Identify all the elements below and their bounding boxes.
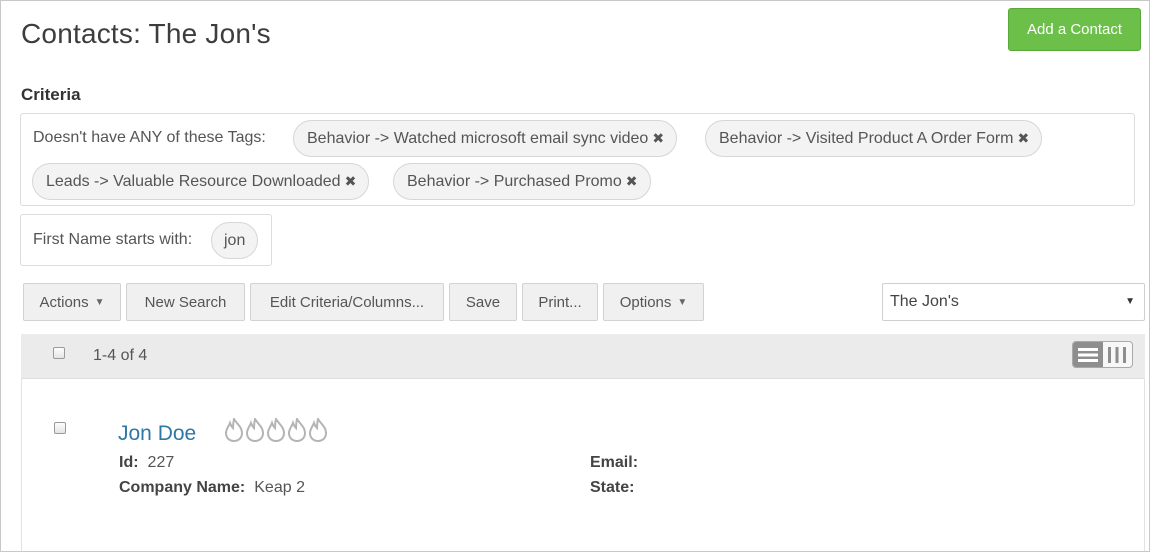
print-button[interactable]: Print...: [522, 283, 598, 321]
flame-icon: [308, 418, 328, 442]
contact-name-link[interactable]: Jon Doe: [118, 422, 196, 446]
caret-down-icon: ▼: [94, 296, 105, 308]
x-icon[interactable]: ✖: [652, 130, 664, 147]
tags-criteria-label: Doesn't have ANY of these Tags:: [33, 129, 266, 146]
company-name-value: Keap 2: [254, 479, 305, 496]
new-search-button[interactable]: New Search: [126, 283, 245, 321]
lead-score: [224, 418, 329, 442]
options-label: Options: [619, 293, 672, 311]
result-count: 1-4 of 4: [93, 347, 148, 364]
first-name-criteria-box: First Name starts with: jon: [20, 214, 272, 266]
contact-checkbox[interactable]: [54, 422, 66, 434]
column-view-icon[interactable]: [1103, 342, 1133, 367]
save-button[interactable]: Save: [449, 283, 517, 321]
tag-chip-label: Behavior -> Watched microsoft email sync…: [307, 129, 649, 147]
tag-chip-label: Leads -> Valuable Resource Downloaded: [46, 172, 341, 190]
tag-chip: Leads -> Valuable Resource Downloaded ✖: [32, 163, 370, 200]
tag-chip: Behavior -> Watched microsoft email sync…: [293, 120, 678, 157]
saved-search-select[interactable]: The Jon's ▼: [882, 283, 1145, 321]
state-field: State:: [590, 479, 643, 497]
flame-icon: [245, 418, 265, 442]
view-toggle: [1072, 341, 1133, 368]
flame-icon: [287, 418, 307, 442]
email-label: Email:: [590, 454, 639, 471]
options-dropdown-button[interactable]: Options ▼: [603, 283, 704, 321]
x-icon[interactable]: ✖: [1018, 130, 1030, 147]
criteria-heading: Criteria: [21, 85, 81, 104]
first-name-chip: jon: [211, 222, 259, 259]
add-contact-button[interactable]: Add a Contact: [1008, 8, 1141, 51]
first-name-criteria-label: First Name starts with:: [33, 231, 193, 248]
contact-id-value: 227: [147, 454, 175, 471]
company-name-field: Company Name: Keap 2: [119, 479, 305, 497]
caret-down-icon: ▼: [677, 296, 688, 308]
company-name-label: Company Name:: [119, 479, 246, 496]
results-header: 1-4 of 4: [21, 334, 1145, 379]
contacts-page: Contacts: The Jon's Add a Contact Criter…: [0, 0, 1150, 552]
flame-icon: [266, 418, 286, 442]
x-icon[interactable]: ✖: [345, 173, 357, 190]
actions-dropdown-button[interactable]: Actions ▼: [23, 283, 121, 321]
tag-criteria-box: Doesn't have ANY of these Tags: Behavior…: [20, 113, 1135, 206]
edit-criteria-columns-button[interactable]: Edit Criteria/Columns...: [250, 283, 444, 321]
tag-chip: Behavior -> Visited Product A Order Form…: [705, 120, 1043, 157]
page-title: Contacts: The Jon's: [21, 18, 271, 49]
state-label: State:: [590, 479, 635, 496]
caret-down-icon: ▼: [1125, 296, 1135, 307]
actions-label: Actions: [39, 293, 89, 311]
results-list: Jon Doe Id: 227 Company Name: Keap 2 Email…: [21, 378, 1145, 551]
tag-chip-label: Behavior -> Visited Product A Order Form: [719, 129, 1014, 147]
email-field: Email:: [590, 454, 647, 472]
flame-icon: [224, 418, 244, 442]
select-all-checkbox[interactable]: [53, 347, 65, 359]
contact-id-field: Id: 227: [119, 454, 174, 472]
tag-chip: Behavior -> Purchased Promo ✖: [393, 163, 651, 200]
tag-chip-label: Behavior -> Purchased Promo: [407, 172, 622, 190]
x-icon[interactable]: ✖: [626, 173, 638, 190]
first-name-chip-value: jon: [224, 231, 246, 249]
contact-id-label: Id:: [119, 454, 139, 471]
saved-search-selected-value: The Jon's: [890, 293, 959, 310]
list-view-icon[interactable]: [1073, 342, 1103, 367]
